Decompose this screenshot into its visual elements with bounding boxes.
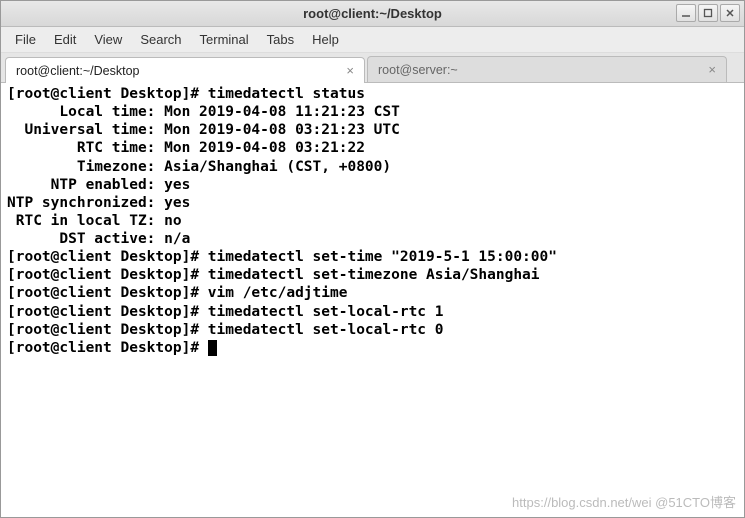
terminal-line: NTP enabled: yes [7,176,738,194]
terminal-line: RTC in local TZ: no [7,212,738,230]
watermark-text: https://blog.csdn.net/wei @51CTO博客 [512,495,736,511]
terminal-line: [root@client Desktop]# timedatectl set-l… [7,303,738,321]
tabbar: root@client:~/Desktop × root@server:~ × [1,53,744,83]
tab-client-desktop[interactable]: root@client:~/Desktop × [5,57,365,83]
close-button[interactable] [720,4,740,22]
minimize-button[interactable] [676,4,696,22]
app-window: root@client:~/Desktop File Edit View Sea… [0,0,745,518]
menu-tabs[interactable]: Tabs [259,29,302,50]
menu-search[interactable]: Search [132,29,189,50]
titlebar: root@client:~/Desktop [1,1,744,27]
terminal-line: DST active: n/a [7,230,738,248]
tab-server[interactable]: root@server:~ × [367,56,727,82]
window-controls [676,4,740,22]
terminal-prompt-line: [root@client Desktop]# [7,339,738,357]
terminal-line: Universal time: Mon 2019-04-08 03:21:23 … [7,121,738,139]
menu-file[interactable]: File [7,29,44,50]
menubar: File Edit View Search Terminal Tabs Help [1,27,744,53]
menu-help[interactable]: Help [304,29,347,50]
close-icon[interactable]: × [346,63,354,78]
menu-view[interactable]: View [86,29,130,50]
terminal-output[interactable]: [root@client Desktop]# timedatectl statu… [1,83,744,517]
tab-label: root@server:~ [378,63,458,77]
terminal-line: [root@client Desktop]# timedatectl set-t… [7,266,738,284]
terminal-line: [root@client Desktop]# timedatectl set-t… [7,248,738,266]
terminal-line: [root@client Desktop]# timedatectl statu… [7,85,738,103]
terminal-line: NTP synchronized: yes [7,194,738,212]
cursor-icon [208,340,217,356]
terminal-line: [root@client Desktop]# vim /etc/adjtime [7,284,738,302]
menu-edit[interactable]: Edit [46,29,84,50]
maximize-button[interactable] [698,4,718,22]
terminal-line: Local time: Mon 2019-04-08 11:21:23 CST [7,103,738,121]
terminal-prompt: [root@client Desktop]# [7,340,208,356]
tab-label: root@client:~/Desktop [16,64,140,78]
close-icon[interactable]: × [708,62,716,77]
terminal-line: RTC time: Mon 2019-04-08 03:21:22 [7,139,738,157]
menu-terminal[interactable]: Terminal [192,29,257,50]
terminal-line: [root@client Desktop]# timedatectl set-l… [7,321,738,339]
window-title: root@client:~/Desktop [303,6,442,21]
terminal-line: Timezone: Asia/Shanghai (CST, +0800) [7,158,738,176]
